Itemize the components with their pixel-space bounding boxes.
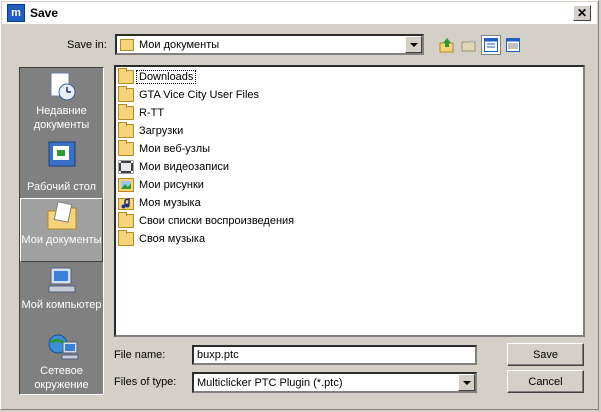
save-in-label: Save in: bbox=[67, 39, 107, 51]
view-details-icon bbox=[506, 38, 520, 52]
close-icon: ✕ bbox=[576, 6, 588, 20]
app-icon: m bbox=[7, 4, 25, 22]
view-details-button[interactable] bbox=[503, 35, 523, 55]
save-in-combo[interactable]: Мои документы bbox=[115, 34, 424, 55]
list-item[interactable]: Мои видеозаписи bbox=[118, 159, 231, 175]
save-in-dropdown-button[interactable] bbox=[405, 36, 422, 53]
file-name: Мои видеозаписи bbox=[139, 161, 230, 173]
folder-icon bbox=[118, 212, 134, 228]
file-name: R-TT bbox=[139, 107, 165, 119]
file-type-dropdown-button[interactable] bbox=[458, 374, 475, 391]
desktop-icon bbox=[45, 140, 79, 170]
network-places-icon bbox=[45, 332, 79, 362]
file-name: GTA Vice City User Files bbox=[139, 89, 260, 101]
cancel-button[interactable]: Cancel bbox=[507, 370, 584, 393]
title-bar: m Save ✕ bbox=[2, 2, 597, 24]
place-network[interactable]: Сетевое окружение bbox=[20, 330, 103, 392]
save-dialog: m Save ✕ Save in: Мои документы Недавние… bbox=[0, 0, 599, 410]
places-bar: Недавние документы Рабочий стол Мои доку… bbox=[19, 67, 104, 395]
list-item[interactable]: Своя музыка bbox=[118, 230, 207, 247]
file-type-label: Files of type: bbox=[114, 376, 177, 388]
chevron-down-icon bbox=[409, 42, 418, 47]
up-folder-button[interactable] bbox=[437, 35, 457, 55]
file-name: Мои рисунки bbox=[139, 179, 204, 191]
place-label: Мой компьютер bbox=[21, 299, 102, 311]
file-name-label: File name: bbox=[114, 349, 166, 361]
folder-icon bbox=[118, 230, 134, 246]
list-item[interactable]: Загрузки bbox=[118, 122, 185, 139]
new-folder-icon bbox=[461, 38, 476, 52]
list-item[interactable]: R-TT bbox=[118, 104, 166, 121]
place-label: Рабочий стол bbox=[26, 181, 97, 193]
place-label: Сетевое окружение bbox=[34, 365, 89, 391]
file-name: Своя музыка bbox=[139, 233, 206, 245]
file-name-value: buxp.ptc bbox=[197, 349, 239, 361]
file-name-input[interactable]: buxp.ptc bbox=[192, 345, 477, 365]
list-item[interactable]: Мои веб-узлы bbox=[118, 140, 212, 157]
file-name: Моя музыка bbox=[139, 197, 201, 209]
list-item[interactable]: Моя музыка bbox=[118, 195, 203, 211]
close-button[interactable]: ✕ bbox=[573, 5, 591, 21]
place-my-documents[interactable]: Мои документы bbox=[20, 198, 103, 262]
music-folder-icon bbox=[118, 196, 134, 210]
chevron-down-icon bbox=[462, 380, 471, 385]
up-folder-icon bbox=[439, 38, 454, 53]
file-name: Загрузки bbox=[139, 125, 184, 137]
file-name: Мои веб-узлы bbox=[139, 143, 211, 155]
place-my-computer[interactable]: Мой компьютер bbox=[20, 264, 103, 328]
file-name: Свои списки воспроизведения bbox=[139, 215, 295, 227]
folder-icon bbox=[118, 68, 134, 84]
place-recent-documents[interactable]: Недавние документы bbox=[20, 70, 103, 136]
folder-icon bbox=[118, 140, 134, 156]
list-item[interactable]: GTA Vice City User Files bbox=[118, 86, 261, 103]
recent-documents-icon bbox=[45, 72, 79, 102]
folder-icon bbox=[118, 86, 134, 102]
file-name: Downloads bbox=[135, 70, 197, 84]
save-in-value: Мои документы bbox=[139, 38, 220, 51]
list-item[interactable]: Downloads bbox=[118, 68, 197, 85]
place-label: Недавние документы bbox=[33, 105, 90, 131]
place-label: Мои документы bbox=[21, 234, 102, 246]
my-documents-small-icon bbox=[120, 38, 134, 51]
list-item[interactable]: Мои рисунки bbox=[118, 177, 206, 193]
view-list-icon bbox=[484, 38, 498, 52]
file-list[interactable]: Downloads GTA Vice City User Files R-TT … bbox=[114, 65, 585, 337]
my-computer-icon bbox=[45, 266, 79, 296]
new-folder-button[interactable] bbox=[459, 35, 479, 55]
folder-icon bbox=[118, 122, 134, 138]
file-type-value: Multiclicker PTC Plugin (*.ptc) bbox=[197, 376, 343, 389]
file-type-combo[interactable]: Multiclicker PTC Plugin (*.ptc) bbox=[192, 372, 477, 393]
list-item[interactable]: Свои списки воспроизведения bbox=[118, 212, 296, 229]
pictures-folder-icon bbox=[118, 178, 134, 192]
place-desktop[interactable]: Рабочий стол bbox=[20, 138, 103, 198]
view-list-button[interactable] bbox=[481, 35, 501, 55]
my-documents-icon bbox=[45, 201, 79, 231]
save-button[interactable]: Save bbox=[507, 343, 584, 366]
folder-icon bbox=[118, 104, 134, 120]
video-folder-icon bbox=[118, 160, 134, 174]
window-title: Save bbox=[30, 6, 59, 20]
